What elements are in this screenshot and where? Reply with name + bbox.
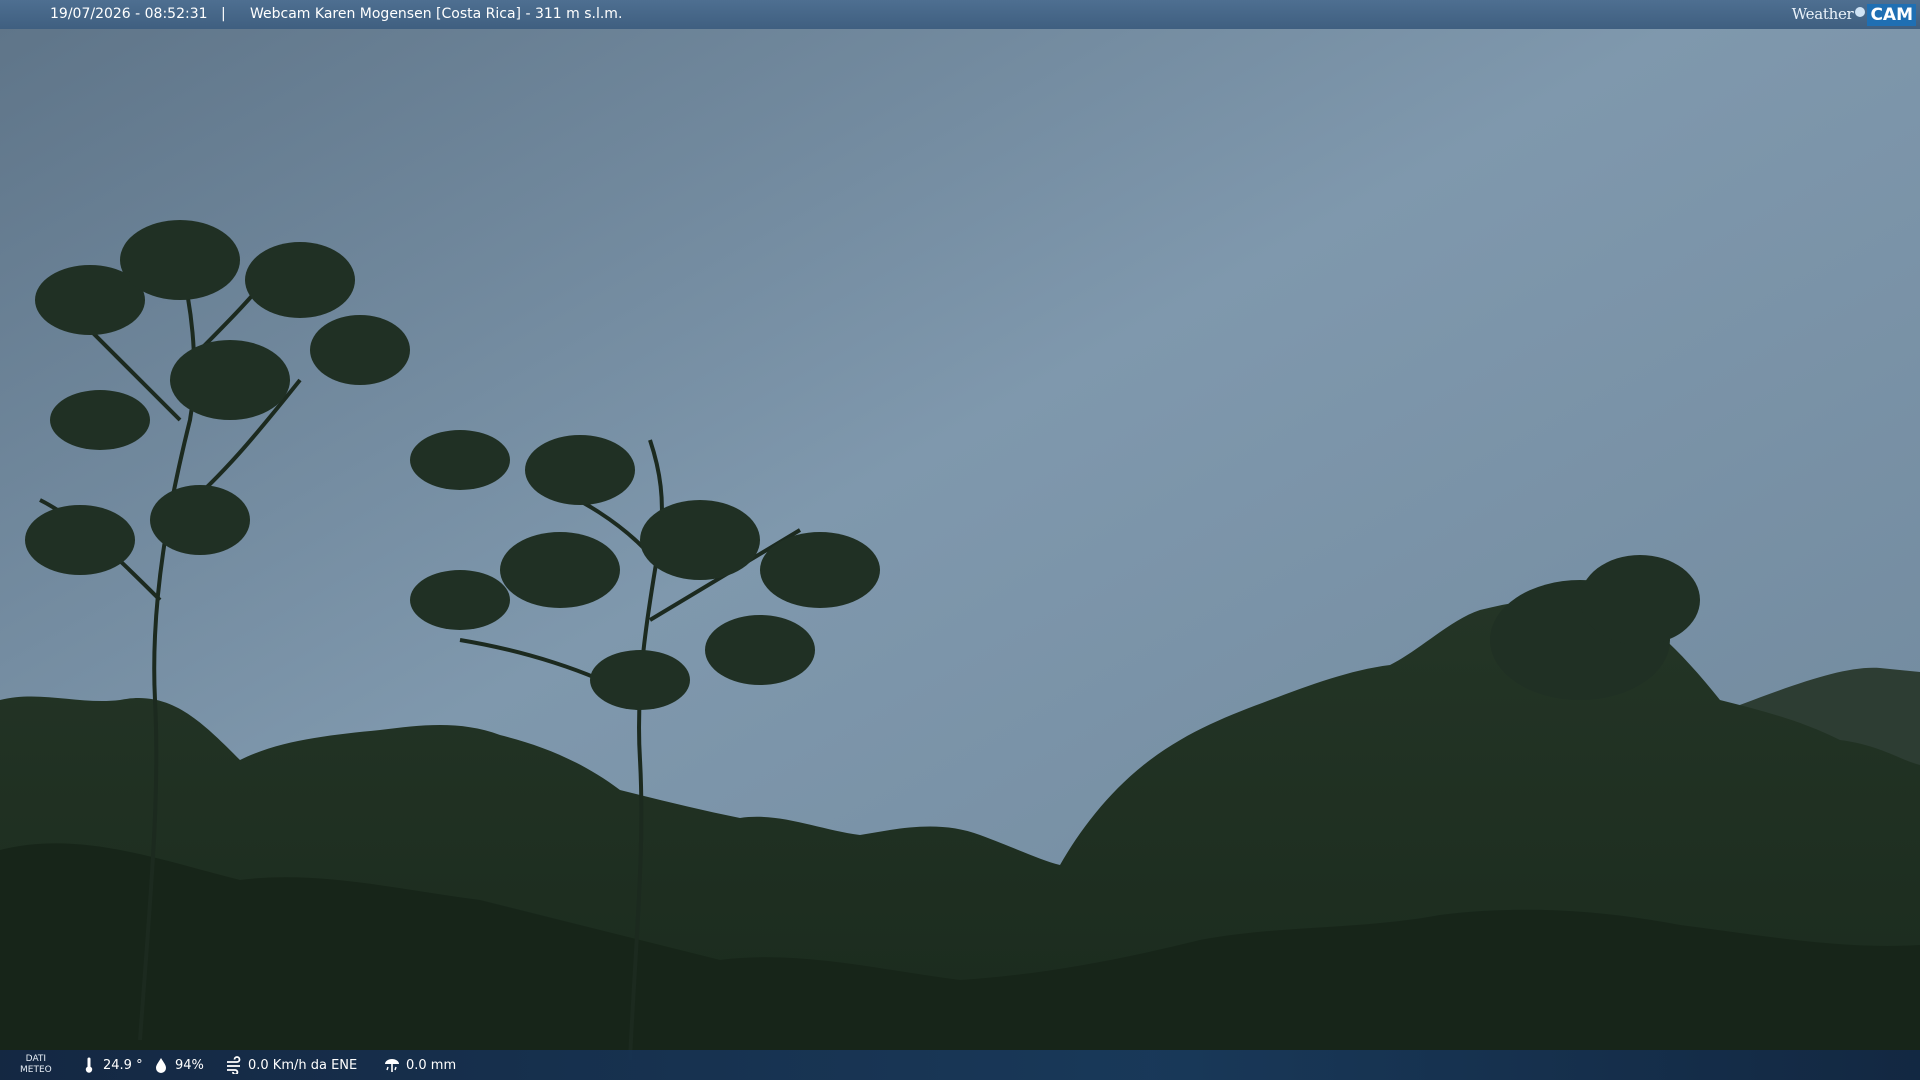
temperature-value: 24.9 ° bbox=[103, 1057, 143, 1073]
temperature-reading: 24.9 ° bbox=[80, 1050, 143, 1080]
wind-reading: 0.0 Km/h da ENE bbox=[225, 1050, 357, 1080]
wind-value: 0.0 Km/h da ENE bbox=[248, 1057, 358, 1073]
top-overlay-bar: 19/07/2026 - 08:52:31 | Webcam Karen Mog… bbox=[0, 0, 1920, 29]
humidity-value: 94% bbox=[175, 1057, 204, 1073]
logo-cam-text: CAM bbox=[1867, 3, 1916, 26]
humidity-reading: 94% bbox=[152, 1050, 204, 1080]
humidity-icon bbox=[156, 1058, 166, 1073]
logo-dot bbox=[1855, 6, 1866, 17]
camera-location: Webcam Karen Mogensen [Costa Rica] - 311… bbox=[250, 6, 623, 22]
meteo-bar: DATI METEO 24.9 ° 94% 0.0 Km/h da ENE 0.… bbox=[0, 1050, 1920, 1080]
webcam-scene bbox=[0, 0, 1920, 1080]
logo-weather-text: Weather bbox=[1791, 5, 1854, 23]
weathercam-logo: Weather CAM bbox=[1792, 0, 1916, 29]
separator: | bbox=[221, 6, 226, 22]
rain-gauge-icon bbox=[385, 1059, 399, 1072]
thermometer-icon bbox=[85, 1057, 93, 1073]
webcam-frame: 19/07/2026 - 08:52:31 | Webcam Karen Mog… bbox=[0, 0, 1920, 1080]
rain-reading: 0.0 mm bbox=[383, 1050, 456, 1080]
rain-value: 0.0 mm bbox=[406, 1057, 457, 1073]
wind-icon bbox=[227, 1056, 241, 1074]
timestamp: 19/07/2026 - 08:52:31 bbox=[50, 6, 208, 22]
meteo-label: DATI METEO bbox=[20, 1054, 52, 1075]
